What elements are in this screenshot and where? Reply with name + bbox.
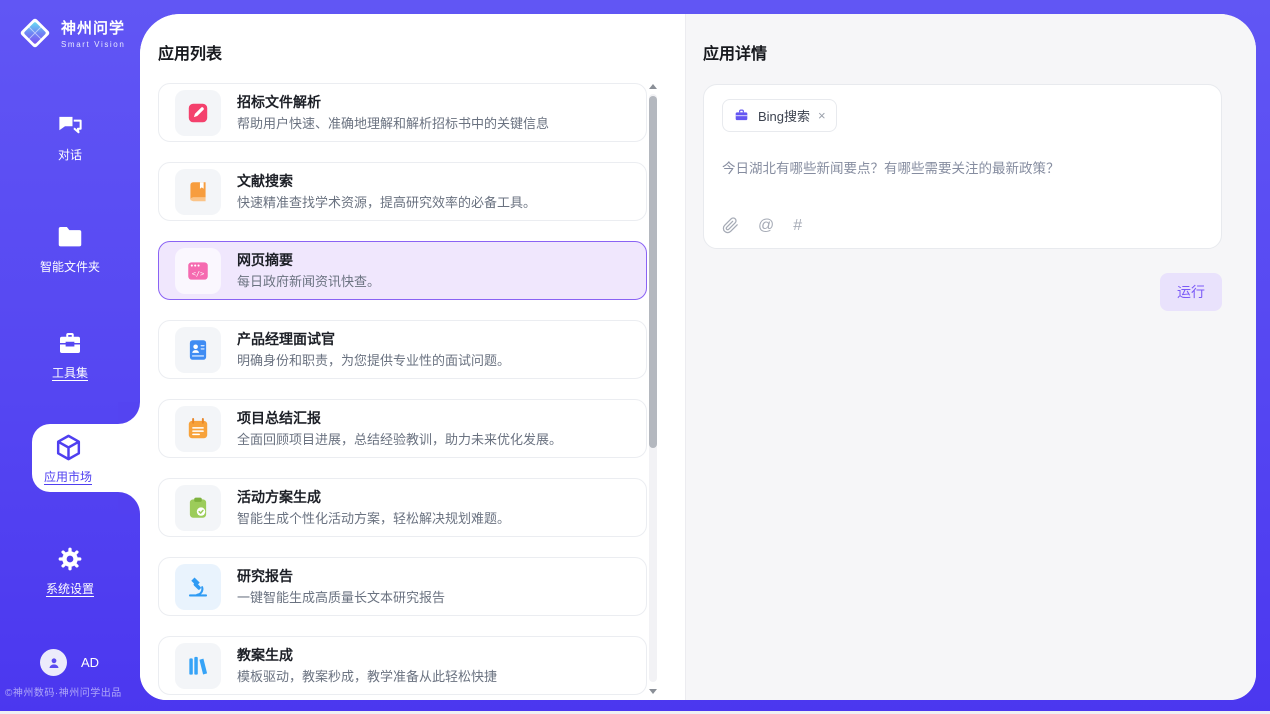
briefcase-icon [733, 107, 750, 124]
edit-icon [175, 90, 221, 136]
tab-corner-top [118, 402, 140, 424]
mention-icon[interactable]: @ [758, 218, 774, 234]
close-icon[interactable]: × [818, 109, 826, 122]
app-desc: 模板驱动，教案秒成，教学准备从此轻松快捷 [237, 670, 497, 683]
brand-subtitle: Smart Vision [61, 40, 125, 49]
brand-name: 神州问学 [61, 17, 125, 38]
calendar-report-icon [175, 406, 221, 452]
app-name: 网页摘要 [237, 253, 380, 267]
app-desc: 每日政府新闻资讯快查。 [237, 275, 380, 288]
app-list-panel: 应用列表 招标文件解析 帮助用户快速、准确地理解和解析招标书中的关键信息 [140, 14, 685, 700]
run-row: 运行 [703, 273, 1222, 311]
app-name: 项目总结汇报 [237, 411, 562, 425]
sidebar-item-toolset[interactable]: 工具集 [0, 328, 140, 381]
app-list-title: 应用列表 [158, 40, 685, 64]
scroll-down-icon[interactable] [649, 689, 657, 694]
app-name: 教案生成 [237, 648, 497, 662]
app-desc: 明确身份和职责，为您提供专业性的面试问题。 [237, 354, 510, 367]
app-detail-panel: 应用详情 Bing搜索 × 今日湖北有哪些新闻要点？有哪些需要关注的最新政策？ [685, 14, 1256, 700]
sidebar-item-label: 工具集 [0, 364, 140, 381]
list-scrollbar[interactable] [648, 84, 658, 694]
sidebar-item-chat[interactable]: 对话 [0, 110, 140, 163]
app-card-research-report[interactable]: 研究报告 一键智能生成高质量长文本研究报告 [158, 557, 647, 616]
diamond-logo-icon [16, 14, 54, 52]
app-card-activity-plan[interactable]: 活动方案生成 智能生成个性化活动方案，轻松解决规划难题。 [158, 478, 647, 537]
app-name: 招标文件解析 [237, 95, 549, 109]
tool-chip-bing-search[interactable]: Bing搜索 × [722, 99, 837, 132]
gear-icon [55, 544, 85, 574]
person-icon [46, 655, 62, 671]
sidebar-footer: ©神州数码·神州问学出品 [5, 684, 122, 699]
prompt-text[interactable]: 今日湖北有哪些新闻要点？有哪些需要关注的最新政策？ [722, 157, 1203, 177]
app-card-lesson-plan[interactable]: 教案生成 模板驱动，教案秒成，教学准备从此轻松快捷 [158, 636, 647, 695]
user-account[interactable]: AD [40, 649, 99, 676]
clipboard-check-icon [175, 485, 221, 531]
microscope-icon [175, 564, 221, 610]
app-name: 研究报告 [237, 569, 445, 583]
app-name: 活动方案生成 [237, 490, 510, 504]
app-desc: 快速精准查找学术资源，提高研究效率的必备工具。 [237, 196, 536, 209]
input-toolbar: @ # [722, 217, 802, 234]
app-card-bid-parse[interactable]: 招标文件解析 帮助用户快速、准确地理解和解析招标书中的关键信息 [158, 83, 647, 142]
app-card-pm-interviewer[interactable]: 产品经理面试官 明确身份和职责，为您提供专业性的面试问题。 [158, 320, 647, 379]
folder-icon [55, 222, 85, 252]
content-area: 应用列表 招标文件解析 帮助用户快速、准确地理解和解析招标书中的关键信息 [140, 14, 1256, 700]
app-desc: 全面回顾项目进展，总结经验教训，助力未来优化发展。 [237, 433, 562, 446]
app-desc: 智能生成个性化活动方案，轻松解决规划难题。 [237, 512, 510, 525]
sidebar-item-app-market[interactable]: 应用市场 [32, 424, 140, 492]
app-card-literature-search[interactable]: 文献搜索 快速精准查找学术资源，提高研究效率的必备工具。 [158, 162, 647, 221]
attachment-icon[interactable] [722, 217, 739, 234]
sidebar-item-label: 应用市场 [32, 468, 104, 485]
hash-icon[interactable]: # [793, 218, 802, 234]
sidebar-item-label: 系统设置 [0, 580, 140, 597]
sidebar-item-label: 对话 [0, 146, 140, 163]
sidebar-item-smart-folder[interactable]: 智能文件夹 [0, 222, 140, 275]
prompt-card[interactable]: Bing搜索 × 今日湖北有哪些新闻要点？有哪些需要关注的最新政策？ @ # [703, 84, 1222, 249]
sidebar-item-settings[interactable]: 系统设置 [0, 544, 140, 597]
svg-text:</>: </> [192, 270, 205, 278]
toolbox-icon [55, 328, 85, 358]
scrollbar-track[interactable] [649, 94, 657, 682]
user-initials: AD [81, 655, 99, 670]
browser-code-icon: </> [175, 248, 221, 294]
cube-icon [53, 432, 84, 463]
tool-chip-label: Bing搜索 [758, 106, 810, 125]
app-desc: 一键智能生成高质量长文本研究报告 [237, 591, 445, 604]
book-icon [175, 169, 221, 215]
interview-doc-icon [175, 327, 221, 373]
brand-logo: 神州问学 Smart Vision [16, 14, 125, 52]
avatar [40, 649, 67, 676]
scroll-up-icon[interactable] [649, 84, 657, 89]
app-name: 文献搜索 [237, 174, 536, 188]
books-icon [175, 643, 221, 689]
tab-corner-bottom [118, 492, 140, 514]
app-desc: 帮助用户快速、准确地理解和解析招标书中的关键信息 [237, 117, 549, 130]
app-card-list: 招标文件解析 帮助用户快速、准确地理解和解析招标书中的关键信息 文献搜索 [158, 83, 647, 695]
app-window: 神州问学 Smart Vision 对话 智能文件夹 工具集 [0, 0, 1270, 714]
run-button[interactable]: 运行 [1160, 273, 1222, 311]
app-card-project-summary[interactable]: 项目总结汇报 全面回顾项目进展，总结经验教训，助力未来优化发展。 [158, 399, 647, 458]
sidebar-item-label: 智能文件夹 [0, 258, 140, 275]
chat-icon [55, 110, 85, 140]
app-card-web-summary[interactable]: </> 网页摘要 每日政府新闻资讯快查。 [158, 241, 647, 300]
scrollbar-thumb[interactable] [649, 96, 657, 448]
app-detail-title: 应用详情 [703, 40, 1222, 64]
app-name: 产品经理面试官 [237, 332, 510, 346]
sidebar: 神州问学 Smart Vision 对话 智能文件夹 工具集 [0, 0, 140, 714]
